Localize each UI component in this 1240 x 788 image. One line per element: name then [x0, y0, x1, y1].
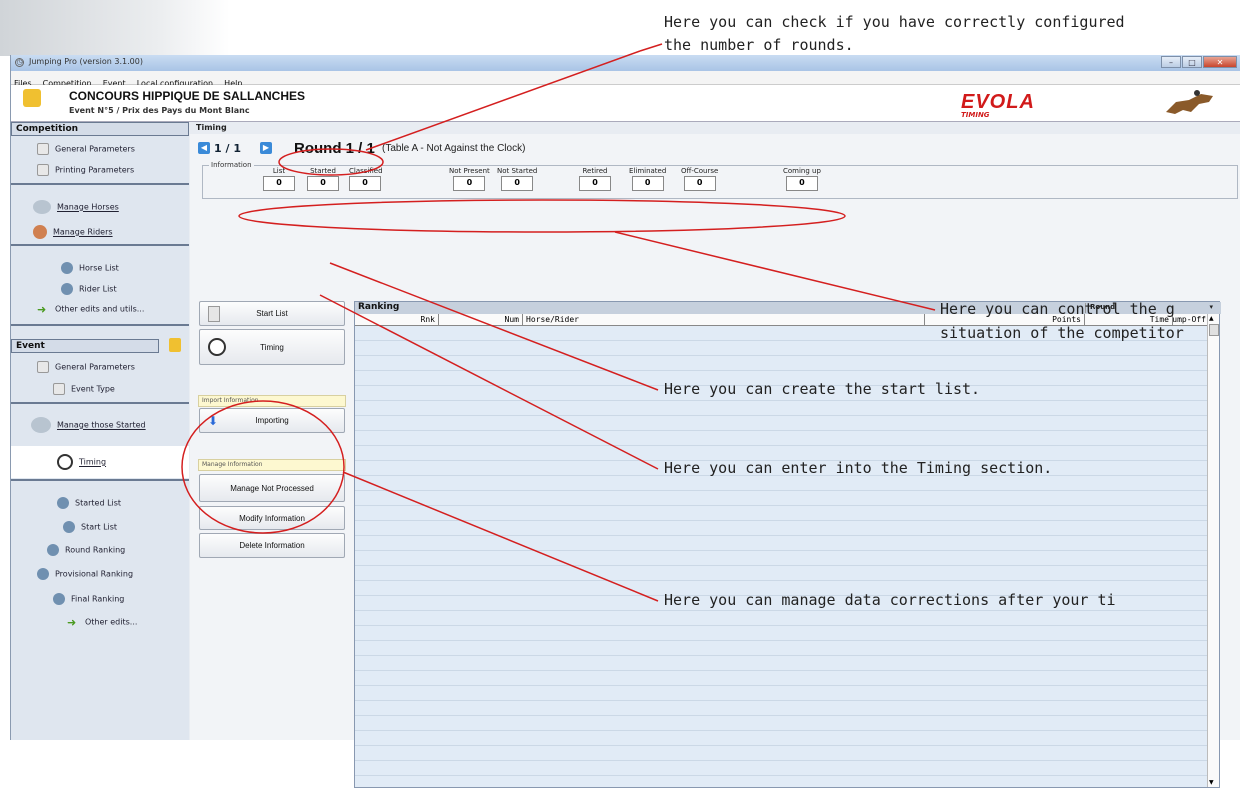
callout-start-list: Here you can create the start list.: [664, 380, 981, 398]
arrow-right-icon: ➜: [37, 303, 47, 316]
callout-timing: Here you can enter into the Timing secti…: [664, 459, 1053, 477]
close-button[interactable]: ✕: [1203, 56, 1237, 68]
information-label: Information: [209, 161, 254, 169]
previous-round-button[interactable]: ◀: [198, 142, 210, 154]
round-pager: 1 / 1: [214, 142, 241, 155]
information-group: Information List 0 Started 0 Classified 0 N…: [202, 161, 1238, 199]
clock-icon: [208, 338, 226, 356]
panel-title: Timing: [190, 122, 1240, 134]
manage-information-group: Manage Information: [198, 459, 346, 471]
callout-manage: Here you can manage data corrections aft…: [664, 591, 1116, 609]
sidebar-item-manage-started[interactable]: Manage those Started: [31, 417, 209, 433]
minimize-button[interactable]: –: [1161, 56, 1181, 68]
ranking-scrollbar[interactable]: ▲ ▼: [1207, 314, 1219, 787]
app-window: ◷ Jumping Pro (version 3.1.00) – □ ✕ Fil…: [10, 55, 1240, 788]
window-title: Jumping Pro (version 3.1.00): [29, 57, 143, 66]
stat-coming-up: Coming up 0: [783, 167, 821, 191]
stat-off-course: Off-Course 0: [681, 167, 718, 191]
callout-rounds-line2: the number of rounds.: [664, 36, 854, 54]
callout-situation-line2: situation of the competitor: [940, 324, 1184, 342]
menu-bar: Files Competition Event Local configurat…: [11, 71, 1240, 88]
event-folder-icon: [169, 338, 181, 352]
stat-not-present: Not Present 0: [449, 167, 490, 191]
sidebar-item-timing[interactable]: Timing: [11, 446, 189, 478]
grid-icon: [37, 143, 49, 155]
sidebar-item-other-edits-utils[interactable]: ➜ Other edits and utils...: [37, 303, 215, 316]
event-header: CONCOURS HIPPIQUE DE SALLANCHES Event N°…: [11, 85, 1240, 122]
timing-button[interactable]: Timing: [199, 329, 345, 365]
stat-retired: Retired 0: [579, 167, 611, 191]
list-icon: [208, 305, 220, 322]
sidebar-divider: [11, 479, 189, 481]
modify-information-button[interactable]: Modify Information: [199, 506, 345, 530]
sidebar-divider: [11, 402, 189, 404]
stat-not-started: Not Started 0: [497, 167, 537, 191]
round-table-type: (Table A - Not Against the Clock): [382, 143, 526, 154]
competition-section-header[interactable]: Competition: [11, 122, 189, 136]
timing-panel: Timing ◀ 1 / 1 ▶ Round 1 / 1 (Table A - …: [190, 122, 1240, 788]
event-folder-icon: [23, 89, 41, 107]
rounds-pointer-tail: [639, 43, 663, 52]
chevron-down-icon: ▾: [1209, 303, 1213, 311]
callout-situation-line1: Here you can control the g: [940, 300, 1175, 318]
scroll-up-icon[interactable]: ▲: [1209, 315, 1214, 322]
sidebar-item-general-parameters[interactable]: General Parameters: [37, 143, 215, 155]
app-clock-icon: ◷: [15, 58, 24, 67]
print-icon: [61, 262, 73, 274]
column-rnk[interactable]: Rnk: [355, 314, 439, 325]
next-round-button[interactable]: ▶: [260, 142, 272, 154]
sidebar-item-event-general-parameters[interactable]: General Parameters: [37, 361, 215, 373]
background-gradient: [0, 0, 230, 56]
horse-rider-logo-icon: [1166, 90, 1213, 114]
sidebar-divider: [11, 324, 189, 326]
print-icon: [61, 283, 73, 295]
window-controls: – □ ✕: [1160, 56, 1237, 68]
rider-icon: [33, 225, 47, 239]
horse-rider-icon: [31, 417, 51, 433]
round-navigator: ◀ 1 / 1 ▶ Round 1 / 1 (Table A - Not Aga…: [198, 139, 898, 159]
grid-icon: [37, 164, 49, 176]
print-icon: [47, 544, 59, 556]
print-icon: [53, 593, 65, 605]
scroll-thumb[interactable]: [1209, 324, 1219, 336]
ranking-table: Ranking Round ▾ Rnk Num Horse/Rider Point…: [354, 301, 1221, 788]
sidebar-item-printing-parameters[interactable]: Printing Parameters: [37, 164, 215, 176]
sidebar-item-manage-riders[interactable]: Manage Riders: [33, 225, 211, 239]
stat-classified: Classified 0: [349, 167, 383, 191]
grid-icon: [53, 383, 65, 395]
importing-button[interactable]: ⬇ Importing: [199, 408, 345, 433]
event-subtitle: Event N°5 / Prix des Pays du Mont Blanc: [69, 106, 250, 115]
manage-not-processed-button[interactable]: Manage Not Processed: [199, 474, 345, 502]
ranking-title: Ranking: [358, 302, 400, 312]
horse-icon: [33, 200, 51, 214]
logo-subtitle: TIMING: [961, 111, 990, 119]
download-arrow-icon: ⬇: [208, 413, 219, 428]
callout-rounds-line1: Here you can check if you have correctly…: [664, 13, 1125, 31]
print-icon: [57, 497, 69, 509]
print-icon: [37, 568, 49, 580]
event-section-header[interactable]: Event: [11, 339, 159, 353]
stat-started: Started 0: [307, 167, 339, 191]
stat-list: List 0: [263, 167, 295, 191]
delete-information-button[interactable]: Delete Information: [199, 533, 345, 558]
sidebar-item-manage-horses[interactable]: Manage Horses: [33, 200, 211, 214]
print-icon: [63, 521, 75, 533]
navigation-sidebar: Competition General Parameters Printing …: [11, 122, 189, 740]
clock-icon: [57, 454, 73, 470]
import-information-group: Import Information: [198, 395, 346, 407]
stat-eliminated: Eliminated 0: [629, 167, 666, 191]
grid-icon: [37, 361, 49, 373]
maximize-button[interactable]: □: [1182, 56, 1202, 68]
event-title: CONCOURS HIPPIQUE DE SALLANCHES: [69, 89, 306, 103]
scroll-down-icon[interactable]: ▼: [1209, 779, 1214, 786]
round-label: Round 1 / 1: [294, 140, 375, 157]
title-bar: ◷ Jumping Pro (version 3.1.00) – □ ✕: [11, 55, 1240, 71]
sidebar-divider: [11, 244, 189, 246]
start-list-button[interactable]: Start List: [199, 301, 345, 326]
sidebar-divider: [11, 183, 189, 185]
arrow-right-icon: ➜: [67, 616, 77, 629]
column-horse-rider[interactable]: Horse/Rider: [523, 314, 925, 325]
sidebar-item-provisional-ranking[interactable]: Provisional Ranking: [37, 568, 215, 580]
column-num[interactable]: Num: [439, 314, 523, 325]
